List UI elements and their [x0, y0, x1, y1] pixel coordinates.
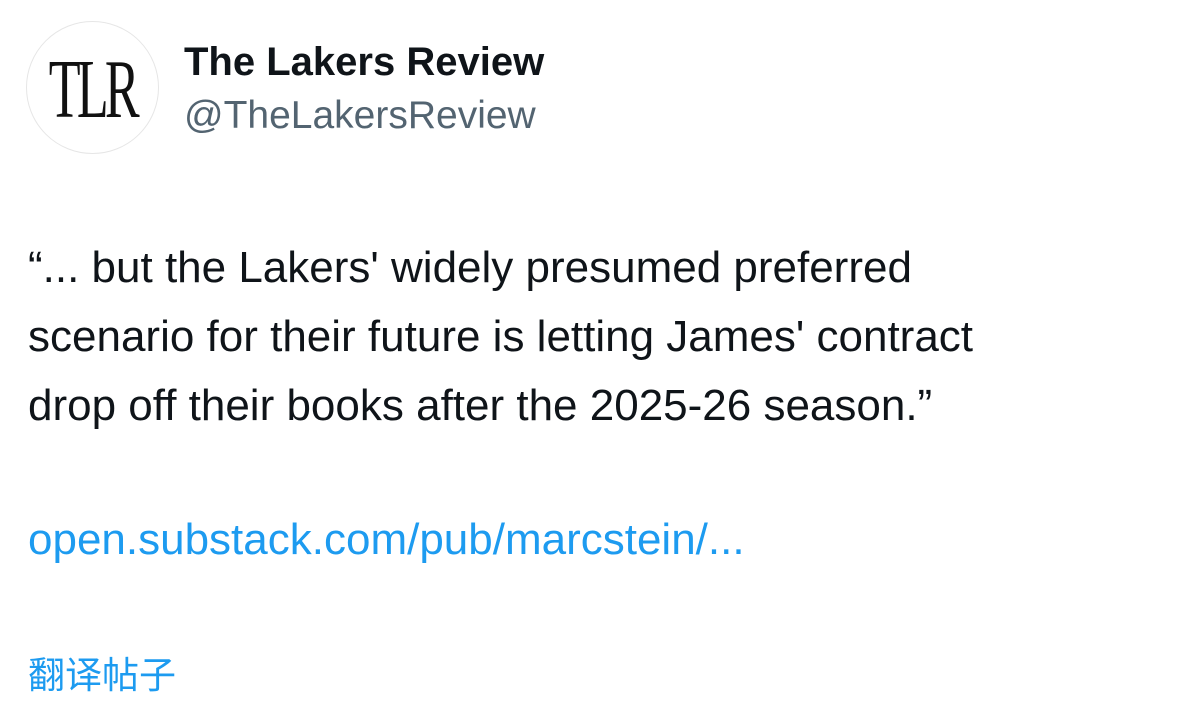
author-handle[interactable]: @TheLakersReview	[184, 92, 536, 140]
tweet-text-line: “... but the Lakers' widely presumed pre…	[28, 243, 912, 292]
avatar[interactable]: TLR	[26, 21, 159, 154]
tweet-card: TLR The Lakers Review @TheLakersReview “…	[0, 0, 1179, 727]
tweet-text-line: drop off their books after the 2025-26 s…	[28, 381, 933, 430]
author-display-name[interactable]: The Lakers Review	[184, 38, 544, 86]
avatar-logo: TLR	[48, 42, 140, 136]
translate-post-button[interactable]: 翻译帖子	[28, 652, 176, 700]
tweet-text: “... but the Lakers' widely presumed pre…	[28, 233, 1158, 440]
tweet-text-line: scenario for their future is letting Jam…	[28, 312, 974, 361]
tweet-link[interactable]: open.substack.com/pub/marcstein/...	[28, 512, 745, 568]
